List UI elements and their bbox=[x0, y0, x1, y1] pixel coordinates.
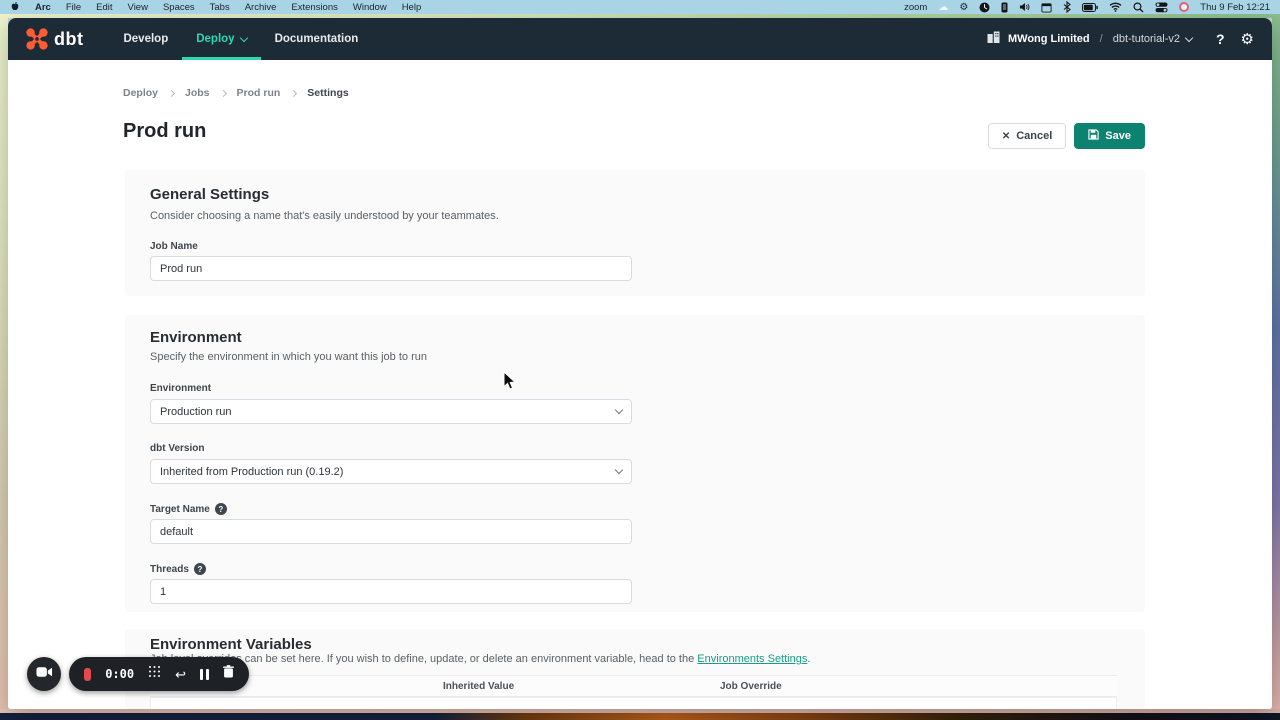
target-name-input[interactable] bbox=[150, 519, 632, 544]
section-description: Consider choosing a name that's easily u… bbox=[150, 210, 499, 222]
desktop: Arc File Edit View Spaces Tabs Archive E… bbox=[0, 0, 1280, 720]
bluetooth-icon[interactable] bbox=[1063, 1, 1071, 13]
menubar-item-window[interactable]: Window bbox=[353, 2, 387, 13]
window-frame-right bbox=[1272, 14, 1280, 713]
environment-label: Environment bbox=[150, 383, 211, 394]
help-icon[interactable]: ? bbox=[215, 503, 227, 515]
menubar-item-tabs[interactable]: Tabs bbox=[210, 2, 230, 13]
threads-input[interactable] bbox=[150, 579, 632, 604]
search-icon[interactable] bbox=[1133, 2, 1144, 13]
annotate-grid-icon[interactable] bbox=[148, 665, 161, 683]
camera-bubble-button[interactable] bbox=[27, 657, 61, 691]
section-title: Environment Variables bbox=[150, 636, 312, 653]
breadcrumb-deploy[interactable]: Deploy bbox=[123, 87, 158, 99]
menubar-app-name[interactable]: Arc bbox=[35, 2, 51, 13]
menubar-item-archive[interactable]: Archive bbox=[245, 2, 277, 13]
undo-icon[interactable]: ↩ bbox=[175, 668, 186, 681]
dbt-logo-text: dbt bbox=[54, 29, 83, 50]
column-job-override: Job Override bbox=[720, 681, 782, 692]
dbt-version-label: dbt Version bbox=[150, 443, 204, 454]
control-center-icon[interactable] bbox=[1155, 2, 1168, 13]
trash-icon[interactable] bbox=[223, 665, 234, 683]
wifi-icon[interactable] bbox=[1109, 2, 1122, 12]
env-vars-table-row bbox=[150, 697, 1117, 709]
zoom-app-label[interactable]: zoom bbox=[904, 2, 927, 13]
nav-documentation[interactable]: Documentation bbox=[261, 18, 373, 60]
environment-variables-section: Environment Variables Job level override… bbox=[125, 629, 1145, 709]
device-icon[interactable] bbox=[1001, 2, 1008, 13]
recording-timer: 0:00 bbox=[105, 667, 134, 681]
menubar-item-spaces[interactable]: Spaces bbox=[163, 2, 195, 13]
nav-deploy[interactable]: Deploy bbox=[182, 18, 260, 60]
menubar-item-extensions[interactable]: Extensions bbox=[291, 2, 337, 13]
help-button[interactable]: ? bbox=[1216, 31, 1225, 47]
job-settings-page: Deploy Jobs Prod run Settings Prod run ✕… bbox=[8, 60, 1272, 709]
dbt-logo-icon bbox=[26, 28, 48, 50]
org-icon bbox=[987, 30, 1000, 48]
settings-gear-icon[interactable]: ⚙ bbox=[1241, 32, 1254, 47]
job-name-label: Job Name bbox=[150, 241, 198, 252]
chevron-down-icon bbox=[615, 406, 623, 414]
calendar-icon[interactable] bbox=[1041, 2, 1052, 13]
job-name-input[interactable] bbox=[150, 256, 632, 281]
menubar-item-edit[interactable]: Edit bbox=[96, 2, 112, 13]
column-inherited-value: Inherited Value bbox=[443, 681, 514, 692]
cloud-icon[interactable]: ☁ bbox=[938, 2, 948, 13]
recorder-toolbar: 0:00 ↩ bbox=[69, 657, 249, 691]
target-name-label: Target Name ? bbox=[150, 503, 227, 515]
save-floppy-icon bbox=[1088, 129, 1099, 143]
section-title: Environment bbox=[150, 329, 242, 346]
gear-icon[interactable]: ⚙ bbox=[959, 2, 968, 13]
env-vars-table-header: Inherited Value Job Override bbox=[150, 675, 1117, 697]
battery-icon[interactable] bbox=[1082, 3, 1098, 12]
menubar-item-file[interactable]: File bbox=[66, 2, 81, 13]
chevron-right-icon bbox=[290, 89, 297, 96]
pause-icon[interactable] bbox=[200, 669, 209, 680]
save-button[interactable]: Save bbox=[1074, 123, 1145, 149]
chevron-down-icon bbox=[239, 33, 247, 41]
threads-label: Threads ? bbox=[150, 563, 206, 575]
section-description: Job level overrides can be set here. If … bbox=[150, 653, 810, 665]
apple-menu-icon[interactable] bbox=[10, 1, 20, 13]
main-nav: Develop Deploy Documentation bbox=[109, 18, 372, 60]
section-title: General Settings bbox=[150, 186, 269, 203]
section-description: Specify the environment in which you wan… bbox=[150, 351, 427, 363]
account-separator: / bbox=[1100, 33, 1103, 45]
close-icon: ✕ bbox=[1002, 131, 1010, 142]
volume-icon[interactable] bbox=[1019, 2, 1030, 12]
stop-recording-button[interactable] bbox=[84, 668, 91, 681]
chevron-right-icon bbox=[168, 89, 175, 96]
clock-app-icon[interactable] bbox=[979, 2, 990, 13]
cancel-button[interactable]: ✕ Cancel bbox=[988, 123, 1066, 149]
chevron-down-icon bbox=[615, 466, 623, 474]
account-org[interactable]: MWong Limited bbox=[1008, 33, 1090, 45]
mouse-cursor bbox=[503, 371, 517, 391]
environments-settings-link[interactable]: Environments Settings bbox=[697, 653, 807, 665]
record-dot-icon[interactable] bbox=[1179, 2, 1189, 12]
project-switcher[interactable]: dbt-tutorial-v2 bbox=[1113, 33, 1192, 45]
nav-develop[interactable]: Develop bbox=[109, 18, 182, 60]
page-title: Prod run bbox=[123, 120, 206, 143]
menubar-item-help[interactable]: Help bbox=[402, 2, 422, 13]
environment-select[interactable]: Production run bbox=[150, 399, 632, 424]
dbt-app-header: dbt Develop Deploy Documentation MWong bbox=[8, 18, 1272, 60]
breadcrumb-settings: Settings bbox=[307, 87, 348, 99]
breadcrumb-jobs[interactable]: Jobs bbox=[185, 87, 210, 99]
window-frame-left bbox=[0, 14, 8, 713]
general-settings-section: General Settings Consider choosing a nam… bbox=[125, 170, 1145, 296]
help-icon[interactable]: ? bbox=[194, 563, 206, 575]
environment-section: Environment Specify the environment in w… bbox=[125, 315, 1145, 612]
macos-menubar: Arc File Edit View Spaces Tabs Archive E… bbox=[0, 0, 1280, 14]
chevron-down-icon bbox=[1185, 33, 1193, 41]
video-camera-icon bbox=[36, 665, 53, 683]
menubar-item-view[interactable]: View bbox=[128, 2, 148, 13]
browser-window: dbt Develop Deploy Documentation MWong bbox=[8, 18, 1272, 709]
dbt-version-select[interactable]: Inherited from Production run (0.19.2) bbox=[150, 459, 632, 484]
menubar-clock[interactable]: Thu 9 Feb 12:21 bbox=[1200, 2, 1270, 13]
breadcrumb: Deploy Jobs Prod run Settings bbox=[123, 87, 349, 99]
breadcrumb-prod-run[interactable]: Prod run bbox=[237, 87, 281, 99]
desktop-wallpaper-strip bbox=[0, 713, 1280, 720]
chevron-right-icon bbox=[219, 89, 226, 96]
dbt-logo[interactable]: dbt bbox=[26, 28, 83, 50]
